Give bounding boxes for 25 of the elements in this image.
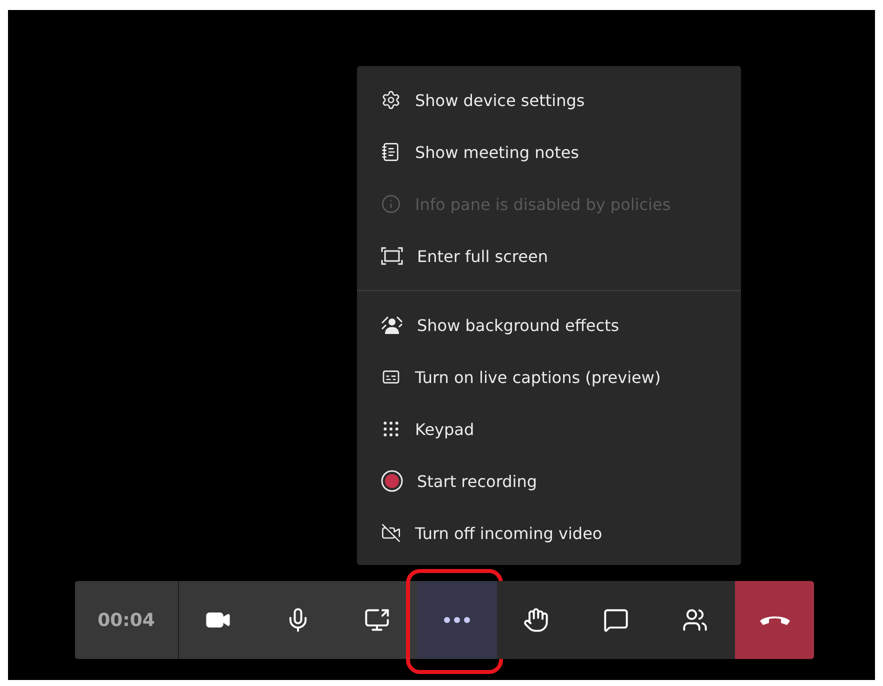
menu-item[interactable]: Turn on live captions (preview): [357, 351, 741, 403]
call-timer: 00:04: [75, 581, 178, 659]
menu-item[interactable]: Show meeting notes: [357, 126, 741, 178]
notepad-icon: [381, 142, 401, 162]
menu-item[interactable]: Keypad: [357, 403, 741, 455]
people-icon: [682, 607, 708, 633]
ellipsis-icon: [444, 617, 470, 623]
share-screen-icon: [364, 607, 390, 633]
info-icon: [381, 194, 401, 214]
menu-item[interactable]: Start recording: [357, 455, 741, 507]
chat-icon: [602, 607, 629, 633]
settings-icon: [381, 90, 401, 110]
menu-item[interactable]: Turn off incoming video: [357, 507, 741, 559]
person-background-icon: [381, 315, 403, 335]
menu-item[interactable]: Show device settings: [357, 74, 741, 126]
record-icon: [381, 470, 403, 492]
hand-icon: [523, 607, 550, 633]
menu-item[interactable]: Show background effects: [357, 299, 741, 351]
video-off-icon: [381, 523, 401, 543]
camera-button[interactable]: [178, 581, 258, 659]
phone-icon: [760, 615, 790, 625]
menu-item[interactable]: Enter full screen: [357, 230, 741, 282]
fullscreen-icon: [381, 247, 403, 265]
keypad-icon: [381, 419, 401, 439]
share-screen-button[interactable]: [338, 581, 417, 659]
